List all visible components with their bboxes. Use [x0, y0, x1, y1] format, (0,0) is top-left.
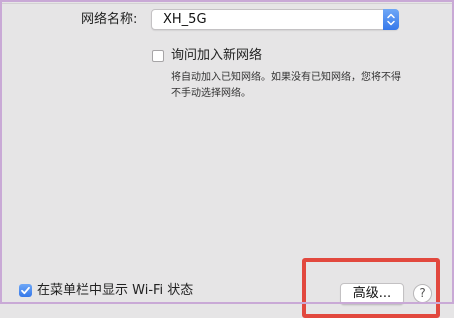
checkmark-icon: [21, 286, 30, 295]
show-wifi-status-checkbox[interactable]: [19, 284, 32, 297]
show-wifi-status-label[interactable]: 在菜单栏中显示 Wi-Fi 状态: [37, 282, 193, 300]
help-button[interactable]: ?: [413, 284, 432, 303]
chevron-up-down-icon[interactable]: [383, 9, 399, 30]
ask-to-join-checkbox[interactable]: [152, 50, 164, 62]
ask-to-join-description: 将自动加入已知网络。如果没有已知网络，您将不得不手动选择网络。: [171, 72, 401, 99]
advanced-button[interactable]: 高级...: [340, 283, 404, 305]
network-name-label: 网络名称:: [81, 12, 138, 27]
network-name-select[interactable]: XH_5G: [151, 9, 399, 30]
top-divider: [2, 3, 452, 4]
ask-to-join-label[interactable]: 询问加入新网络: [171, 47, 262, 65]
network-name-value: XH_5G: [163, 12, 207, 27]
